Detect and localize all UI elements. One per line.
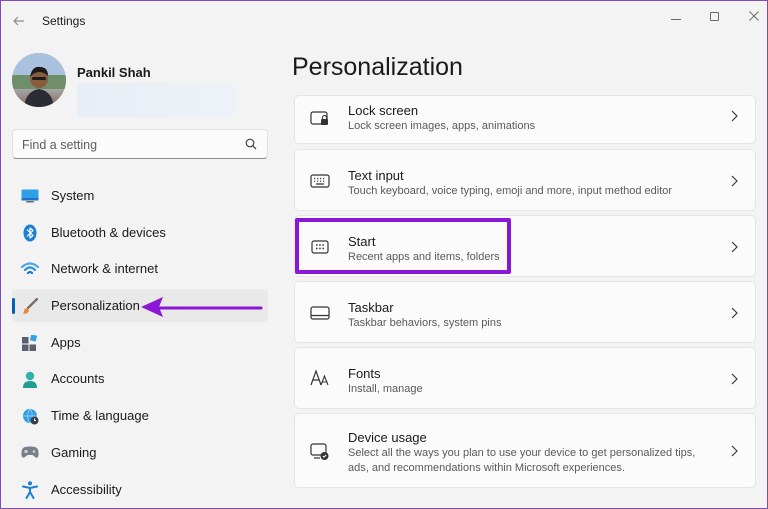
maximize-icon xyxy=(709,11,719,21)
card-text-input[interactable]: Text input Touch keyboard, voice typing,… xyxy=(294,149,756,211)
user-email-redacted xyxy=(77,83,237,117)
card-title: Taskbar xyxy=(348,300,394,315)
chevron-right-icon xyxy=(731,241,738,253)
card-device-usage[interactable]: Device usage Select all the ways you pla… xyxy=(294,413,756,488)
search-icon[interactable] xyxy=(245,138,257,150)
person-icon xyxy=(21,370,39,388)
chevron-right-icon xyxy=(731,307,738,319)
card-lock-screen[interactable]: Lock screen Lock screen images, apps, an… xyxy=(294,95,756,144)
sidebar-nav: System Bluetooth & devices Network & int… xyxy=(12,179,268,509)
settings-window: Settings Pankil Shah System xyxy=(0,0,768,509)
device-usage-icon xyxy=(309,441,331,463)
brush-icon xyxy=(21,297,39,315)
sidebar-item-apps[interactable]: Apps xyxy=(12,326,268,359)
close-icon xyxy=(749,11,759,21)
sidebar-item-label: Accessibility xyxy=(51,481,122,497)
card-title: Lock screen xyxy=(348,103,419,118)
sidebar-item-label: Personalization xyxy=(51,298,140,314)
sidebar-item-label: Bluetooth & devices xyxy=(51,224,166,240)
card-title: Device usage xyxy=(348,430,427,445)
card-description: Select all the ways you plan to use your… xyxy=(348,447,696,474)
back-arrow-icon xyxy=(13,16,24,26)
accessibility-icon xyxy=(21,480,39,499)
back-button[interactable] xyxy=(9,10,29,32)
monitor-icon xyxy=(21,187,39,205)
sidebar-item-bluetooth[interactable]: Bluetooth & devices xyxy=(12,216,268,249)
selection-indicator xyxy=(12,298,15,315)
chevron-right-icon xyxy=(731,445,738,457)
card-description: Lock screen images, apps, animations xyxy=(348,120,536,132)
sidebar-item-gaming[interactable]: Gaming xyxy=(12,436,268,469)
sidebar-item-label: Gaming xyxy=(51,444,97,460)
search-box[interactable] xyxy=(12,129,268,159)
lock-screen-icon xyxy=(309,108,331,130)
sidebar-item-label: Accounts xyxy=(51,371,105,387)
card-description: Touch keyboard, voice typing, emoji and … xyxy=(348,185,673,197)
apps-icon xyxy=(21,334,39,352)
wifi-icon xyxy=(21,260,39,278)
avatar[interactable] xyxy=(12,53,66,107)
window-title: Settings xyxy=(42,14,86,28)
sidebar-item-network[interactable]: Network & internet xyxy=(12,252,268,285)
gamepad-icon xyxy=(21,444,39,462)
annotation-arrow-icon xyxy=(141,297,263,317)
minimize-icon xyxy=(671,18,681,20)
title-bar: Settings xyxy=(1,1,767,41)
sidebar-item-system[interactable]: System xyxy=(12,179,268,212)
card-taskbar[interactable]: Taskbar Taskbar behaviors, system pins xyxy=(294,281,756,343)
page-title: Personalization xyxy=(292,53,463,81)
sidebar-item-time-language[interactable]: Time & language xyxy=(12,399,268,432)
sidebar-item-label: Apps xyxy=(51,334,81,350)
sidebar-item-label: Network & internet xyxy=(51,261,158,277)
avatar-photo xyxy=(12,53,66,107)
chevron-right-icon xyxy=(731,175,738,187)
sidebar-item-label: System xyxy=(51,188,95,203)
fonts-icon xyxy=(309,367,331,389)
globe-clock-icon xyxy=(21,407,39,425)
chevron-right-icon xyxy=(731,373,738,385)
annotation-highlight-box xyxy=(295,218,511,274)
close-button[interactable] xyxy=(731,1,768,31)
search-input[interactable] xyxy=(22,136,232,154)
card-title: Text input xyxy=(348,168,404,183)
chevron-right-icon xyxy=(731,110,738,122)
sidebar-item-accessibility[interactable]: Accessibility xyxy=(12,473,268,506)
taskbar-icon xyxy=(309,302,331,324)
keyboard-icon xyxy=(309,170,331,192)
user-name: Pankil Shah xyxy=(77,65,151,80)
bluetooth-icon xyxy=(21,224,39,242)
sidebar-item-label: Time & language xyxy=(51,408,149,424)
card-description: Install, manage xyxy=(348,383,423,395)
card-description: Taskbar behaviors, system pins xyxy=(348,317,502,329)
card-fonts[interactable]: Fonts Install, manage xyxy=(294,347,756,409)
sidebar-item-accounts[interactable]: Accounts xyxy=(12,362,268,395)
card-title: Fonts xyxy=(348,366,381,381)
